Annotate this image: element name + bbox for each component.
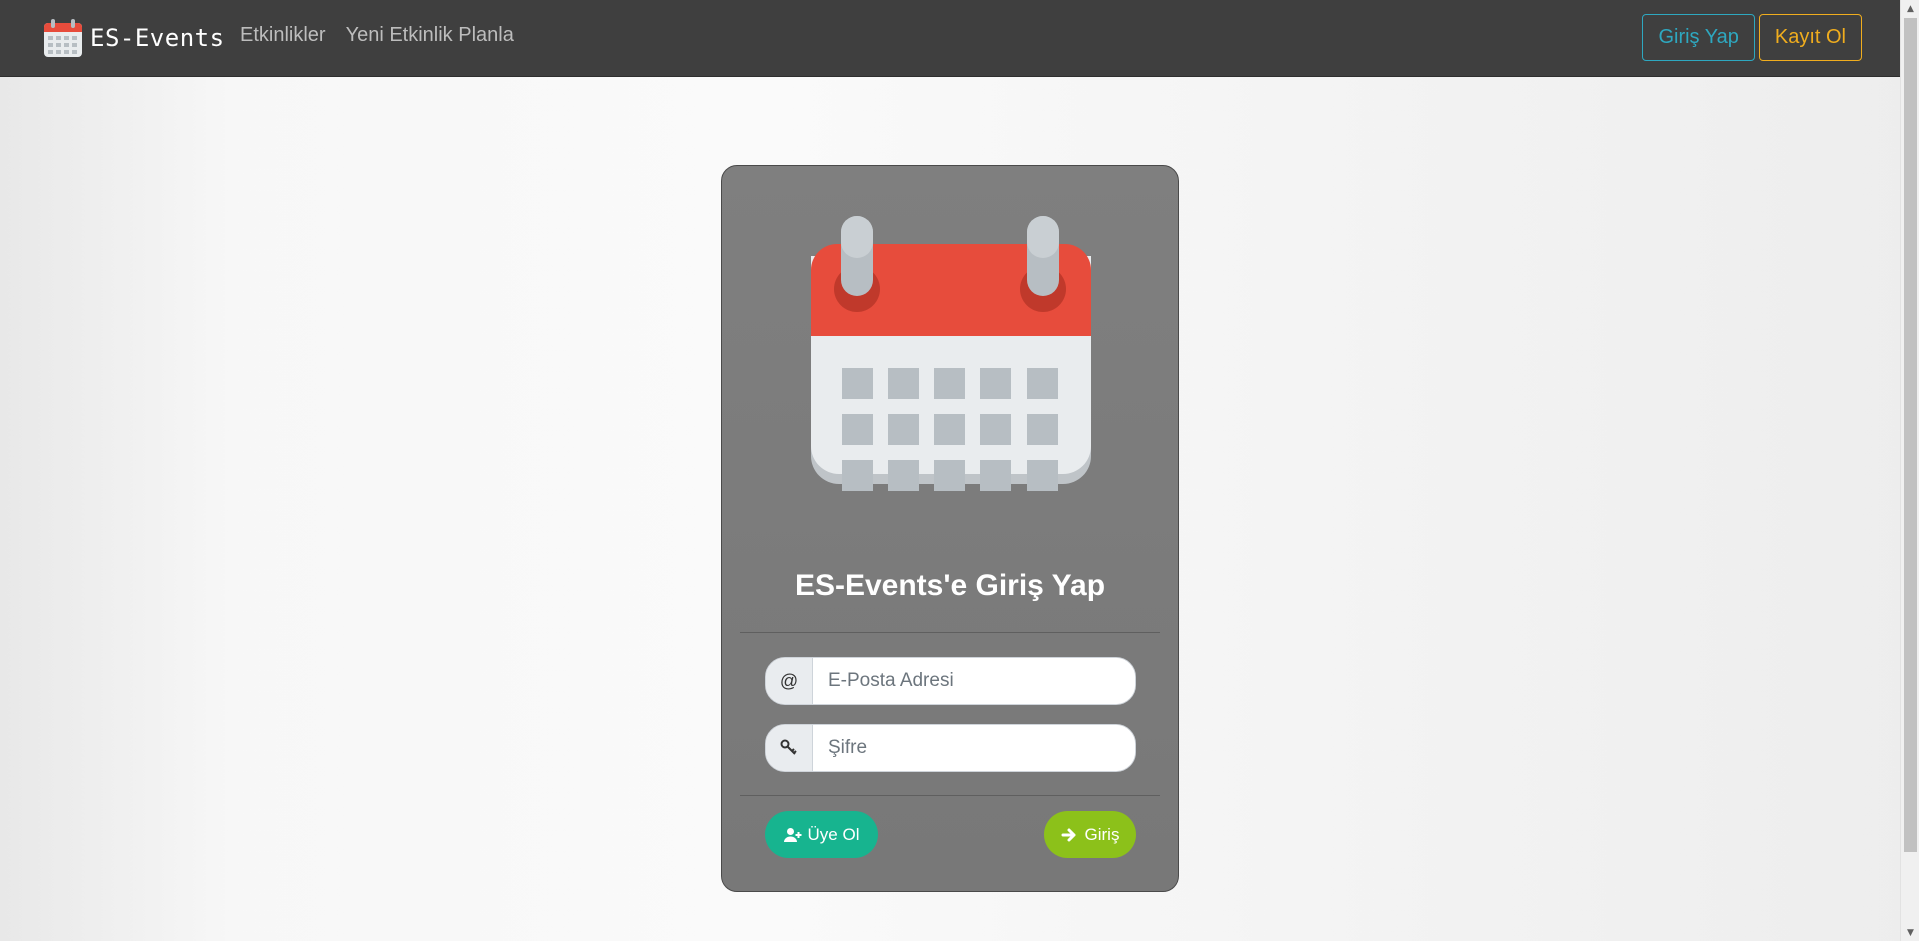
calendar-icon (44, 19, 82, 57)
nav-link-events[interactable]: Etkinlikler (240, 24, 326, 47)
vertical-scrollbar[interactable]: ▲ ▼ (1900, 0, 1919, 941)
brand-link[interactable]: ES-Events (42, 17, 225, 59)
scrollbar-thumb[interactable] (1904, 18, 1917, 852)
nav-link-plan-event[interactable]: Yeni Etkinlik Planla (346, 24, 514, 47)
scroll-down-icon[interactable]: ▼ (1901, 924, 1919, 941)
login-button[interactable]: Giriş Yap (1642, 14, 1755, 61)
submit-label: Giriş (1084, 824, 1120, 844)
register-button[interactable]: Kayıt Ol (1758, 14, 1862, 61)
password-input-group (765, 724, 1136, 772)
submit-login-button[interactable]: Giriş (1044, 811, 1136, 858)
signup-button[interactable]: Üye Ol (765, 811, 878, 858)
signup-label: Üye Ol (807, 824, 860, 844)
at-icon: @ (766, 658, 813, 704)
nav-auth-buttons: Giriş Yap Kayıt Ol (1642, 14, 1862, 61)
top-navbar: ES-Events Etkinlikler Yeni Etkinlik Plan… (0, 0, 1900, 77)
calendar-illustration-icon (811, 216, 1091, 491)
nav-links: Etkinlikler Yeni Etkinlik Planla (240, 24, 514, 47)
email-field[interactable] (813, 658, 1135, 704)
brand-name: ES-Events (90, 24, 225, 52)
login-card: ES-Events'e Giriş Yap @ Üye Ol Giriş (721, 165, 1179, 892)
arrow-right-icon (1061, 828, 1076, 841)
password-field[interactable] (813, 725, 1135, 771)
divider (740, 795, 1160, 796)
scroll-up-icon[interactable]: ▲ (1901, 0, 1919, 17)
email-input-group: @ (765, 657, 1136, 705)
user-plus-icon (783, 827, 802, 842)
key-icon (766, 725, 813, 771)
login-title: ES-Events'e Giriş Yap (794, 569, 1106, 602)
divider (740, 632, 1160, 633)
